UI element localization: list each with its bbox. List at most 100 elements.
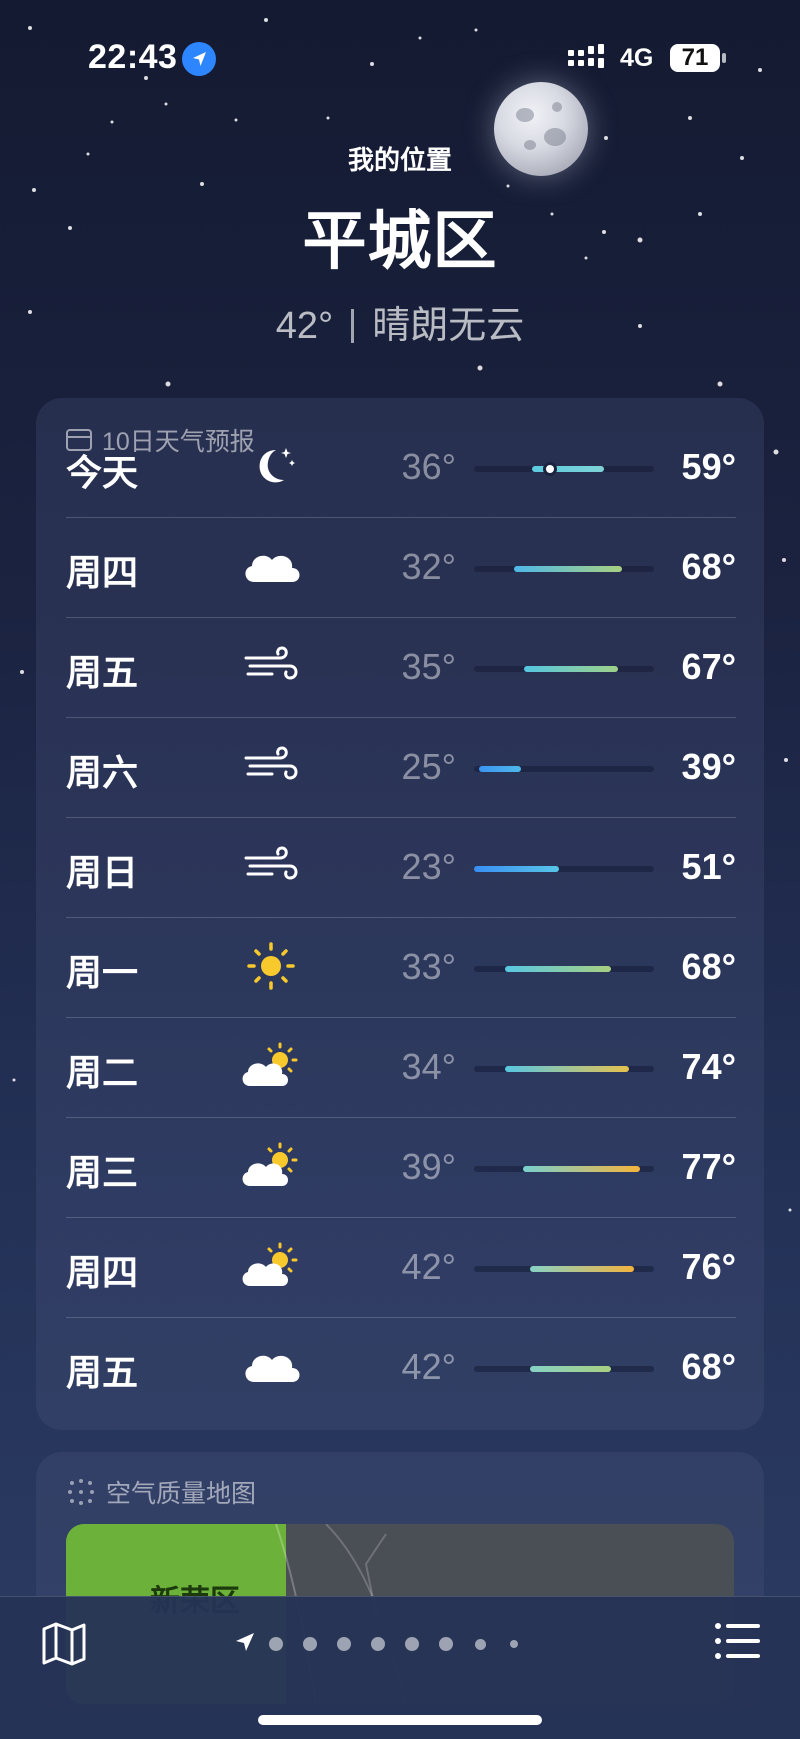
forecast-row[interactable]: 周四 32° 68° bbox=[66, 518, 736, 618]
forecast-low-temp: 25° bbox=[401, 746, 456, 787]
forecast-high-temp: 68° bbox=[681, 1346, 736, 1387]
page-dot[interactable] bbox=[269, 1637, 283, 1651]
page-dot[interactable] bbox=[371, 1637, 385, 1651]
temperature-range-track bbox=[474, 1366, 654, 1372]
forecast-high-temp: 68° bbox=[681, 946, 736, 987]
home-indicator bbox=[258, 1715, 542, 1725]
battery-level: 71 bbox=[670, 44, 720, 72]
air-quality-header: 空气质量地图 bbox=[66, 1474, 256, 1510]
moon-stars-icon bbox=[236, 438, 306, 494]
air-quality-title: 空气质量地图 bbox=[106, 1480, 257, 1508]
forecast-day: 周五 bbox=[66, 652, 139, 693]
temperature-range-track bbox=[474, 966, 654, 972]
forecast-high-temp: 39° bbox=[681, 746, 736, 787]
page-dot[interactable] bbox=[510, 1640, 518, 1648]
page-dot[interactable] bbox=[405, 1637, 419, 1651]
temperature-range-track bbox=[474, 1066, 654, 1072]
current-temperature: 42° bbox=[275, 305, 334, 347]
forecast-low-temp: 36° bbox=[401, 446, 456, 487]
temperature-range-bar bbox=[513, 566, 622, 572]
air-quality-icon bbox=[68, 1479, 94, 1505]
temperature-range-bar bbox=[504, 966, 611, 972]
forecast-high-temp: 76° bbox=[681, 1246, 736, 1287]
temperature-range-track bbox=[474, 1166, 654, 1172]
temperature-range-bar bbox=[524, 666, 618, 672]
sun-icon bbox=[236, 938, 306, 994]
forecast-day: 周四 bbox=[66, 552, 139, 593]
current-summary: 42° 晴朗无云 bbox=[0, 294, 800, 349]
temperature-range-track bbox=[474, 666, 654, 672]
forecast-high-temp: 59° bbox=[681, 446, 736, 487]
wind-icon bbox=[236, 738, 306, 794]
status-bar: 22:43 4G 71 bbox=[0, 0, 800, 110]
forecast-day: 周五 bbox=[66, 1352, 139, 1393]
forecast-day: 周六 bbox=[66, 752, 139, 793]
city-name: 平城区 bbox=[302, 205, 498, 277]
forecast-row[interactable]: 周六 25° 39° bbox=[66, 718, 736, 818]
temperature-range-bar bbox=[504, 1066, 629, 1072]
temperature-range-bar bbox=[529, 1266, 635, 1272]
forecast-high-temp: 51° bbox=[681, 846, 736, 887]
network-type: 4G bbox=[620, 44, 654, 72]
partly-cloudy-icon bbox=[236, 1038, 306, 1094]
forecast-day: 周一 bbox=[66, 952, 139, 993]
current-condition: 晴朗无云 bbox=[372, 305, 525, 347]
separator bbox=[351, 309, 355, 343]
forecast-row[interactable]: 周三 39° 77° bbox=[66, 1118, 736, 1218]
forecast-low-temp: 39° bbox=[401, 1146, 456, 1187]
forecast-day: 周四 bbox=[66, 1252, 139, 1293]
page-dot[interactable] bbox=[439, 1637, 453, 1651]
forecast-row[interactable]: 今天 36° 59° bbox=[66, 418, 736, 518]
cellular-signal-icon bbox=[568, 44, 604, 68]
forecast-row[interactable]: 周二 34° 74° bbox=[66, 1018, 736, 1118]
forecast-row[interactable]: 周五 42° 68° bbox=[66, 1318, 736, 1418]
forecast-low-temp: 35° bbox=[401, 646, 456, 687]
page-dot[interactable] bbox=[337, 1637, 351, 1651]
forecast-row[interactable]: 周五 35° 67° bbox=[66, 618, 736, 718]
temperature-range-bar bbox=[522, 1166, 640, 1172]
temperature-range-track bbox=[474, 462, 654, 476]
cloud-icon bbox=[236, 538, 306, 594]
current-location-page-icon[interactable] bbox=[234, 1631, 256, 1653]
forecast-day: 周日 bbox=[66, 852, 139, 893]
temperature-range-track bbox=[474, 766, 654, 772]
forecast-low-temp: 42° bbox=[401, 1246, 456, 1287]
page-dot[interactable] bbox=[474, 1638, 486, 1650]
forecast-day: 周二 bbox=[66, 1052, 139, 1093]
forecast-high-temp: 77° bbox=[681, 1146, 736, 1187]
location-services-icon bbox=[182, 42, 216, 76]
temperature-range-track bbox=[474, 866, 654, 872]
forecast-low-temp: 32° bbox=[401, 546, 456, 587]
forecast-high-temp: 67° bbox=[681, 646, 736, 687]
ten-day-forecast-card[interactable]: 10日天气预报 今天 36° 59° 周四 32° 68° 周五 35° 67° 周六 25° 39°… bbox=[36, 398, 764, 1430]
temperature-range-bar bbox=[479, 766, 521, 772]
current-temperature-marker bbox=[542, 462, 557, 476]
list-icon[interactable] bbox=[714, 1621, 762, 1661]
wind-icon bbox=[236, 638, 306, 694]
partly-cloudy-icon bbox=[236, 1138, 306, 1194]
forecast-high-temp: 68° bbox=[681, 546, 736, 587]
forecast-row[interactable]: 周一 33° 68° bbox=[66, 918, 736, 1018]
wind-icon bbox=[236, 838, 306, 894]
forecast-day: 周三 bbox=[66, 1152, 139, 1193]
temperature-range-track bbox=[474, 1266, 654, 1272]
forecast-day: 今天 bbox=[66, 452, 139, 493]
battery-tip bbox=[722, 53, 726, 63]
forecast-low-temp: 34° bbox=[401, 1046, 456, 1087]
map-icon[interactable] bbox=[40, 1621, 88, 1667]
forecast-low-temp: 23° bbox=[401, 846, 456, 887]
forecast-low-temp: 42° bbox=[401, 1346, 456, 1387]
forecast-high-temp: 74° bbox=[681, 1046, 736, 1087]
status-time: 22:43 bbox=[88, 38, 178, 76]
location-subtitle: 我的位置 bbox=[347, 145, 452, 175]
forecast-row[interactable]: 周四 42° 76° bbox=[66, 1218, 736, 1318]
bottom-toolbar bbox=[0, 1596, 800, 1739]
temperature-range-bar bbox=[529, 1366, 611, 1372]
page-dot[interactable] bbox=[303, 1637, 317, 1651]
temperature-range-track bbox=[474, 566, 654, 572]
cloud-icon bbox=[236, 1338, 306, 1394]
partly-cloudy-icon bbox=[236, 1238, 306, 1294]
forecast-low-temp: 33° bbox=[401, 946, 456, 987]
temperature-range-bar bbox=[474, 866, 559, 872]
forecast-row[interactable]: 周日 23° 51° bbox=[66, 818, 736, 918]
